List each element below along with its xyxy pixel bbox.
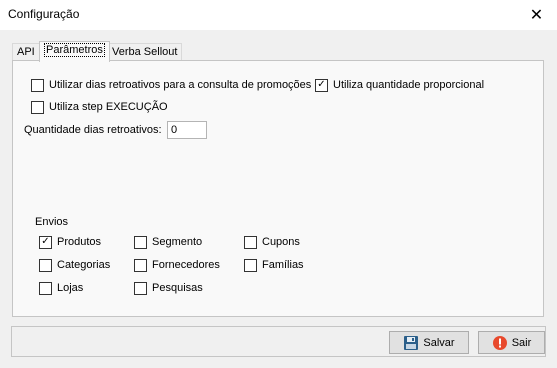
checkbox-box[interactable] (134, 281, 147, 295)
close-icon: ✕ (529, 7, 544, 24)
tab-api-label: API (17, 46, 35, 58)
exit-icon (492, 335, 508, 351)
checkbox-box[interactable] (244, 258, 257, 272)
checkbox-label: Cupons (262, 236, 300, 248)
checkbox-label: Utiliza step EXECUÇÃO (49, 101, 168, 113)
checkbox-box[interactable] (134, 258, 147, 272)
checkbox-quantidade-proporcional[interactable]: ✓ Utiliza quantidade proporcional (315, 77, 484, 93)
exit-button-label: Sair (511, 336, 532, 349)
checkbox-dias-retroativos[interactable]: Utilizar dias retroativos para a consult… (31, 77, 311, 93)
save-disk-icon (403, 335, 419, 351)
checkbox-label: Fornecedores (152, 259, 220, 271)
checkbox-label: Lojas (57, 282, 84, 294)
tab-api[interactable]: API (12, 43, 40, 60)
tab-parametros-label: Parâmetros (44, 43, 105, 57)
tab-verba-sellout-label: Verba Sellout (112, 46, 178, 58)
checkbox-label: Utilizar dias retroativos para a consult… (49, 79, 312, 91)
checkbox-pesquisas[interactable]: Pesquisas (134, 280, 203, 296)
tab-parametros[interactable]: Parâmetros (39, 41, 110, 62)
checkbox-segmento[interactable]: Segmento (134, 234, 202, 250)
button-bar: Salvar Sair (11, 326, 546, 357)
dias-retroativos-label: Quantidade dias retroativos: (24, 124, 162, 136)
close-button[interactable]: ✕ (516, 0, 557, 30)
checkbox-familias[interactable]: Famílias (244, 257, 304, 273)
save-button-label: Salvar (423, 336, 455, 349)
checkbox-box[interactable] (134, 235, 147, 249)
checkbox-lojas[interactable]: Lojas (39, 280, 83, 296)
checkbox-label: Utiliza quantidade proporcional (333, 79, 485, 91)
checkbox-box[interactable]: ✓ (39, 235, 52, 249)
checkbox-box[interactable] (39, 258, 52, 272)
checkbox-box[interactable] (31, 78, 44, 92)
dias-retroativos-input[interactable]: 0 (167, 121, 207, 139)
title-bar: Configuração ✕ (0, 0, 557, 30)
checkbox-box[interactable] (39, 281, 52, 295)
checkbox-box[interactable] (244, 235, 257, 249)
envios-group-label: Envios (35, 216, 69, 228)
tab-verba-sellout[interactable]: Verba Sellout (107, 43, 183, 60)
save-button[interactable]: Salvar (389, 331, 469, 354)
checkbox-fornecedores[interactable]: Fornecedores (134, 257, 220, 273)
checkbox-label: Pesquisas (152, 282, 203, 294)
checkbox-label: Produtos (57, 236, 102, 248)
window-title: Configuração (8, 7, 80, 21)
checkbox-categorias[interactable]: Categorias (39, 257, 110, 273)
exit-button[interactable]: Sair (478, 331, 545, 354)
checkbox-step-execucao[interactable]: Utiliza step EXECUÇÃO (31, 99, 168, 115)
checkbox-label: Categorias (57, 259, 111, 271)
checkbox-label: Famílias (262, 259, 304, 271)
checkbox-produtos[interactable]: ✓ Produtos (39, 234, 101, 250)
checkbox-box[interactable] (31, 100, 44, 114)
parametros-panel: Utilizar dias retroativos para a consult… (12, 60, 544, 317)
checkbox-label: Segmento (152, 236, 203, 248)
checkbox-box[interactable]: ✓ (315, 78, 328, 92)
checkbox-cupons[interactable]: Cupons (244, 234, 300, 250)
